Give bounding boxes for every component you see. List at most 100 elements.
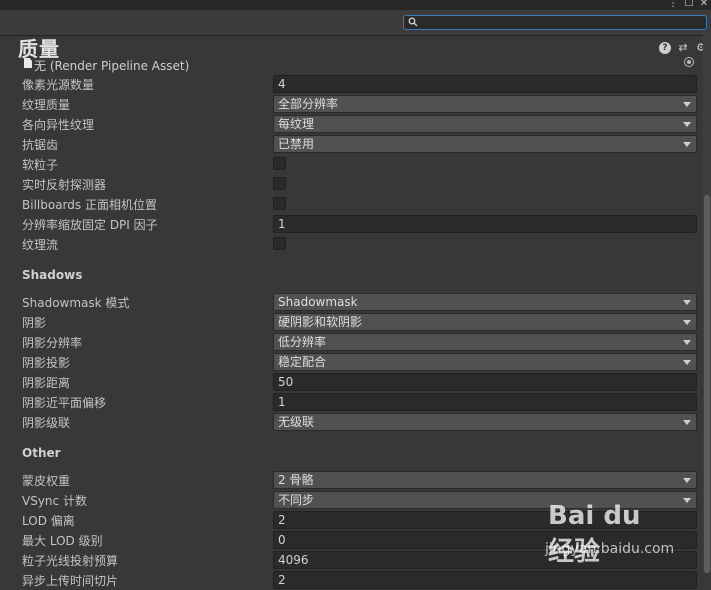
search-toolbar bbox=[0, 10, 711, 36]
setting-label: 纹理流 bbox=[22, 238, 59, 252]
setting-row: 最大 LOD 级别 0 bbox=[0, 530, 700, 550]
chevron-down-icon bbox=[683, 360, 691, 365]
setting-label: 实时反射探测器 bbox=[22, 178, 107, 192]
chevron-down-icon bbox=[683, 102, 691, 107]
setting-row: 蒙皮权重 2 骨骼 bbox=[0, 470, 700, 490]
dropdown-value: 已禁用 bbox=[278, 137, 315, 151]
setting-dropdown[interactable]: 稳定配合 bbox=[273, 353, 697, 371]
close-icon[interactable]: ✕ bbox=[698, 0, 710, 10]
chevron-down-icon bbox=[683, 300, 691, 305]
dropdown-value: 低分辨率 bbox=[278, 335, 327, 349]
dropdown-value: 无级联 bbox=[278, 415, 315, 429]
chevron-down-icon bbox=[683, 142, 691, 147]
number-field[interactable]: 4 bbox=[273, 75, 697, 93]
setting-row: 粒子光线投射预算 4096 bbox=[0, 550, 700, 570]
setting-dropdown[interactable]: 无级联 bbox=[273, 413, 697, 431]
setting-label: 最大 LOD 级别 bbox=[22, 534, 103, 548]
setting-label: 分辨率缩放固定 DPI 因子 bbox=[22, 218, 158, 232]
number-field[interactable]: 1 bbox=[273, 215, 697, 233]
setting-label: 纹理质量 bbox=[22, 98, 71, 112]
setting-label: 抗锯齿 bbox=[22, 138, 59, 152]
asset-field-text: 无 (Render Pipeline Asset) bbox=[34, 59, 190, 73]
setting-label: VSync 计数 bbox=[22, 494, 87, 508]
setting-dropdown[interactable]: 低分辨率 bbox=[273, 333, 697, 351]
chevron-down-icon bbox=[683, 420, 691, 425]
dropdown-value: Shadowmask bbox=[278, 295, 358, 309]
setting-row: 阴影级联 无级联 bbox=[0, 412, 700, 432]
dropdown-value: 硬阴影和软阴影 bbox=[278, 315, 363, 329]
setting-label: 阴影级联 bbox=[22, 416, 71, 430]
chevron-down-icon bbox=[683, 478, 691, 483]
preset-icon[interactable]: ⇄ bbox=[677, 42, 689, 54]
setting-label: Billboards 正面相机位置 bbox=[22, 198, 157, 212]
dropdown-value: 全部分辨率 bbox=[278, 97, 339, 111]
section-header: Shadows bbox=[22, 268, 83, 282]
setting-checkbox[interactable] bbox=[273, 197, 286, 210]
setting-dropdown[interactable]: Shadowmask bbox=[273, 293, 697, 311]
setting-dropdown[interactable]: 已禁用 bbox=[273, 135, 697, 153]
number-field[interactable]: 2 bbox=[273, 571, 697, 589]
setting-row: 纹理流 bbox=[0, 234, 700, 254]
header-icons: ? ⇄ ⚙ bbox=[659, 41, 707, 55]
setting-dropdown[interactable]: 硬阴影和软阴影 bbox=[273, 313, 697, 331]
setting-row: 阴影分辨率 低分辨率 bbox=[0, 332, 700, 352]
setting-row: 像素光源数量 4 bbox=[0, 74, 700, 94]
setting-label: 各向异性纹理 bbox=[22, 118, 95, 132]
chevron-down-icon bbox=[683, 340, 691, 345]
setting-row: 阴影投影 稳定配合 bbox=[0, 352, 700, 372]
asset-file-icon bbox=[24, 58, 32, 68]
setting-label: 阴影 bbox=[22, 316, 47, 330]
setting-row: 分辨率缩放固定 DPI 因子 1 bbox=[0, 214, 700, 234]
maximize-icon[interactable]: ☐ bbox=[683, 0, 695, 10]
setting-dropdown[interactable]: 不同步 bbox=[273, 491, 697, 509]
number-field[interactable]: 2 bbox=[273, 511, 697, 529]
number-field[interactable]: 4096 bbox=[273, 551, 697, 569]
setting-row: 异步上传时间切片 2 bbox=[0, 570, 700, 590]
number-field[interactable]: 1 bbox=[273, 393, 697, 411]
help-icon[interactable]: ? bbox=[659, 42, 671, 54]
setting-label: 阴影距离 bbox=[22, 376, 71, 390]
setting-row: LOD 偏离 2 bbox=[0, 510, 700, 530]
dropdown-value: 每纹理 bbox=[278, 117, 315, 131]
vertical-scrollbar[interactable] bbox=[703, 35, 711, 573]
setting-row: 实时反射探测器 bbox=[0, 174, 700, 194]
setting-label: LOD 偏离 bbox=[22, 514, 75, 528]
setting-dropdown[interactable]: 每纹理 bbox=[273, 115, 697, 133]
dropdown-value: 稳定配合 bbox=[278, 355, 327, 369]
scrollbar-thumb[interactable] bbox=[704, 195, 710, 573]
setting-row: 阴影 硬阴影和软阴影 bbox=[0, 312, 700, 332]
setting-checkbox[interactable] bbox=[273, 157, 286, 170]
setting-row: 抗锯齿 已禁用 bbox=[0, 134, 700, 154]
search-input[interactable] bbox=[420, 16, 700, 29]
chevron-down-icon bbox=[683, 498, 691, 503]
setting-row: 纹理质量 全部分辨率 bbox=[0, 94, 700, 114]
dropdown-value: 不同步 bbox=[278, 493, 315, 507]
chevron-down-icon bbox=[683, 122, 691, 127]
setting-label: 阴影投影 bbox=[22, 356, 71, 370]
setting-label: 阴影分辨率 bbox=[22, 336, 83, 350]
setting-row: VSync 计数 不同步 bbox=[0, 490, 700, 510]
setting-label: Shadowmask 模式 bbox=[22, 296, 130, 310]
setting-label: 软粒子 bbox=[22, 158, 59, 172]
search-icon bbox=[408, 17, 418, 27]
setting-row: 阴影距离 50 bbox=[0, 372, 700, 392]
setting-label: 粒子光线投射预算 bbox=[22, 554, 119, 568]
setting-row: 软粒子 bbox=[0, 154, 700, 174]
more-options-icon[interactable]: ⋮ bbox=[667, 0, 679, 10]
setting-checkbox[interactable] bbox=[273, 177, 286, 190]
dropdown-value: 2 骨骼 bbox=[278, 473, 314, 487]
setting-dropdown[interactable]: 2 骨骼 bbox=[273, 471, 697, 489]
setting-checkbox[interactable] bbox=[273, 237, 286, 250]
render-pipeline-asset-field[interactable]: 无 (Render Pipeline Asset) bbox=[22, 56, 698, 73]
window-title-bar: ⋮ ☐ ✕ bbox=[0, 0, 711, 10]
number-field[interactable]: 50 bbox=[273, 373, 697, 391]
setting-label: 异步上传时间切片 bbox=[22, 574, 119, 588]
setting-dropdown[interactable]: 全部分辨率 bbox=[273, 95, 697, 113]
setting-label: 阴影近平面偏移 bbox=[22, 396, 107, 410]
search-box[interactable] bbox=[403, 15, 707, 30]
setting-label: 像素光源数量 bbox=[22, 78, 95, 92]
number-field[interactable]: 0 bbox=[273, 531, 697, 549]
setting-label: 蒙皮权重 bbox=[22, 474, 71, 488]
chevron-down-icon bbox=[683, 320, 691, 325]
object-picker-icon[interactable] bbox=[684, 57, 694, 67]
